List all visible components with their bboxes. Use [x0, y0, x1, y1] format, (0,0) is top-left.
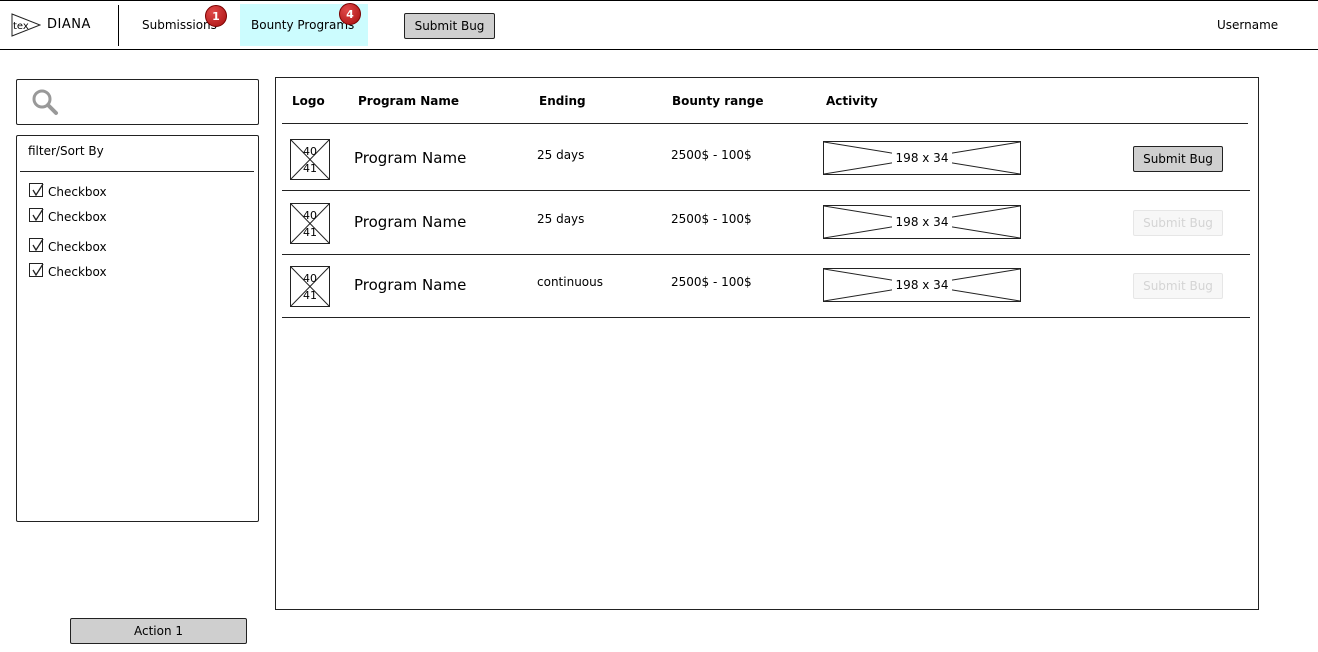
row-submit-bug-button[interactable]: Submit Bug [1133, 273, 1223, 299]
col-header-activity: Activity [826, 94, 878, 108]
filter-checkbox[interactable] [29, 238, 44, 252]
search-icon [32, 89, 58, 115]
filter-title: filter/Sort By [28, 144, 104, 158]
logo-play-icon: tex [11, 13, 41, 37]
activity-size-label: 198 x 34 [891, 278, 953, 292]
bounty-programs-badge: 4 [339, 3, 361, 25]
program-ending: 25 days [537, 148, 585, 162]
program-bounty-range: 2500$ - 100$ [671, 148, 752, 162]
logo-width: 40 [303, 272, 317, 285]
logo-height: 41 [303, 226, 317, 239]
filter-checkbox-label: Checkbox [48, 210, 107, 224]
program-logo-placeholder: 40 41 [290, 203, 330, 244]
row-submit-bug-button[interactable]: Submit Bug [1133, 146, 1223, 172]
filter-divider [20, 171, 254, 172]
col-header-bounty-range: Bounty range [672, 94, 764, 108]
activity-chart-placeholder: 198 x 34 [823, 141, 1021, 175]
checkmark-icon [32, 238, 44, 252]
submissions-badge: 1 [205, 5, 227, 27]
checkmark-icon [32, 208, 44, 222]
program-bounty-range: 2500$ - 100$ [671, 275, 752, 289]
filter-checkbox[interactable] [29, 183, 44, 197]
program-ending: continuous [537, 275, 603, 289]
nav-divider [118, 5, 119, 46]
program-logo-placeholder: 40 41 [290, 139, 330, 180]
nav-bounty-programs[interactable]: Bounty Programs [251, 18, 354, 32]
filter-checkbox-label: Checkbox [48, 185, 107, 199]
filter-checkbox-label: Checkbox [48, 265, 107, 279]
username[interactable]: Username [1217, 18, 1278, 32]
logo-height: 41 [303, 289, 317, 302]
logo-width: 40 [303, 145, 317, 158]
filter-checkbox[interactable] [29, 208, 44, 222]
checkmark-icon [32, 263, 44, 277]
logo-width: 40 [303, 209, 317, 222]
col-header-ending: Ending [539, 94, 586, 108]
logo-height: 41 [303, 162, 317, 175]
row-divider [282, 254, 1250, 255]
program-name[interactable]: Program Name [354, 149, 466, 167]
program-bounty-range: 2500$ - 100$ [671, 212, 752, 226]
top-border [0, 0, 1318, 1]
activity-chart-placeholder: 198 x 34 [823, 205, 1021, 239]
activity-size-label: 198 x 34 [891, 151, 953, 165]
row-divider [282, 317, 1250, 318]
program-logo-placeholder: 40 41 [290, 266, 330, 307]
row-submit-bug-button[interactable]: Submit Bug [1133, 210, 1223, 236]
activity-chart-placeholder: 198 x 34 [823, 268, 1021, 302]
col-header-program-name: Program Name [358, 94, 460, 108]
filter-checkbox-label: Checkbox [48, 240, 107, 254]
col-header-logo: Logo [292, 94, 325, 108]
logo-text: tex [13, 21, 29, 32]
program-name[interactable]: Program Name [354, 276, 466, 294]
brand-name: DIANA [47, 17, 91, 32]
checkmark-icon [32, 183, 44, 197]
program-name[interactable]: Program Name [354, 213, 466, 231]
action-1-button[interactable]: Action 1 [70, 618, 247, 644]
row-divider [282, 190, 1250, 191]
header-divider [282, 123, 1248, 124]
nav-bottom-border [0, 49, 1318, 50]
nav-submit-bug-button[interactable]: Submit Bug [404, 13, 495, 39]
filter-checkbox[interactable] [29, 263, 44, 277]
activity-size-label: 198 x 34 [891, 215, 953, 229]
program-ending: 25 days [537, 212, 585, 226]
